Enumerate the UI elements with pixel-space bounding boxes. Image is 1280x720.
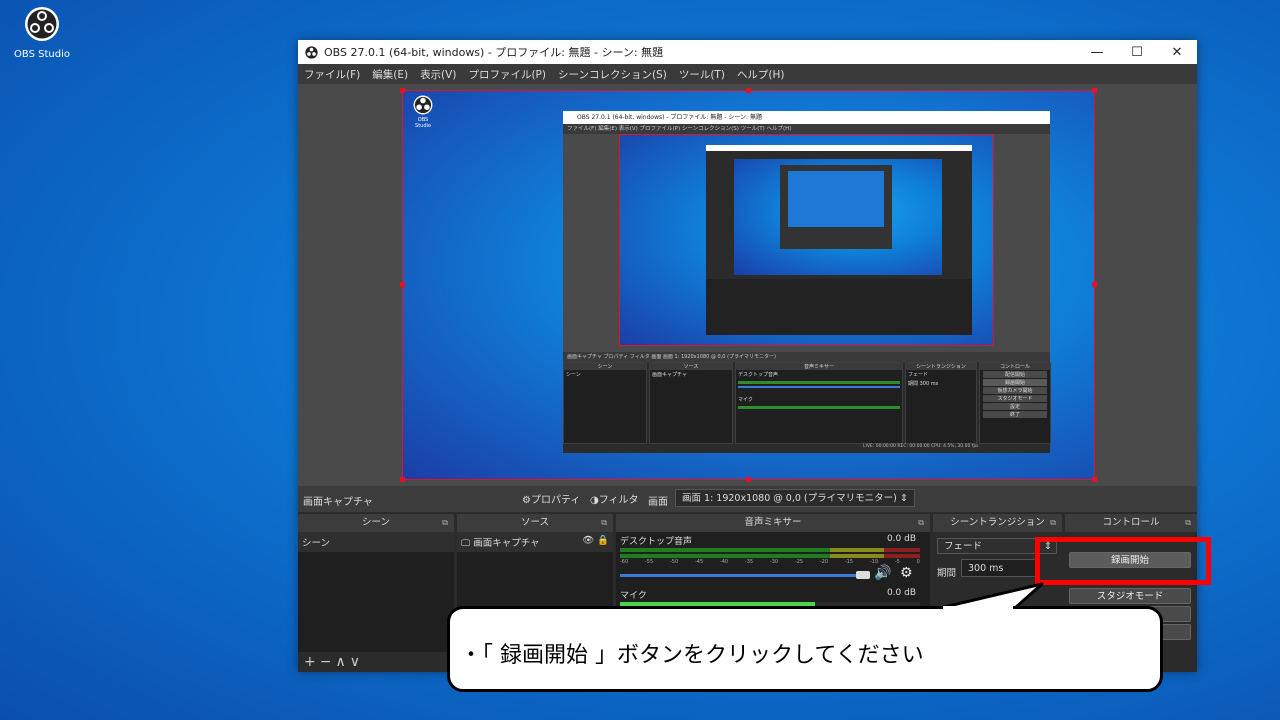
- nested-obs-window: OBS 27.0.1 (64-bit, windows) - プロファイル: 無…: [563, 111, 1051, 453]
- resize-handle[interactable]: [1092, 477, 1097, 482]
- scene-item[interactable]: シーン: [298, 532, 454, 552]
- down-icon[interactable]: ∨: [350, 654, 364, 670]
- instruction-text: ・「 録画開始 」ボタンをクリックしてください: [460, 643, 924, 668]
- nested-source-bar: 画面キャプチャ プロパティ フィルタ 画面 画面 1: 1920x1080 @ …: [563, 352, 1050, 362]
- nested-window-2: [706, 145, 972, 335]
- window-title: OBS 27.0.1 (64-bit, windows) - プロファイル: 無…: [324, 46, 664, 59]
- resize-handle[interactable]: [746, 477, 751, 482]
- volume-slider[interactable]: [620, 571, 870, 579]
- nested-menu: ファイル(F) 編集(E) 表示(V) プロファイル(P) シーンコレクション(…: [563, 124, 1050, 134]
- volume-meter: [620, 554, 920, 558]
- undock-icon[interactable]: ⧉: [1050, 514, 1056, 532]
- scene-footer: +−∧∨: [304, 654, 364, 670]
- menu-edit[interactable]: 編集(E): [366, 67, 414, 82]
- nested-mixer: 音声ミキサー デスクトップ音声 マイク: [735, 362, 903, 444]
- nested-capture-3: [788, 171, 884, 227]
- slider-knob[interactable]: [856, 571, 870, 579]
- obs-logo-icon: [413, 95, 433, 115]
- source-toolbar: 画面キャプチャ ⚙プロパティ ◑フィルタ 画面 画面 1: 1920x1080 …: [298, 486, 1197, 512]
- resize-handle[interactable]: [400, 477, 405, 482]
- eye-icon lock-icon[interactable]: 👁 🔒: [582, 535, 609, 546]
- menu-scene-collection[interactable]: シーンコレクション(S): [552, 67, 673, 82]
- undock-icon[interactable]: ⧉: [442, 514, 448, 532]
- undock-icon[interactable]: ⧉: [918, 514, 924, 532]
- menu-bar: ファイル(F) 編集(E) 表示(V) プロファイル(P) シーンコレクション(…: [298, 64, 1197, 84]
- transitions-title: シーントランジション: [950, 517, 1045, 528]
- mic-track: マイク 0.0 dB: [620, 588, 926, 601]
- duration-label: 期間: [937, 568, 957, 579]
- resize-handle[interactable]: [1092, 282, 1097, 287]
- scene-list: シーン: [298, 532, 454, 652]
- resize-handle[interactable]: [400, 282, 405, 287]
- up-icon[interactable]: ∧: [335, 654, 349, 670]
- desktop-icon-label: OBS Studio: [14, 49, 70, 60]
- undock-icon[interactable]: ⧉: [1185, 514, 1191, 532]
- display-label: 画面: [648, 497, 668, 508]
- title-bar: OBS 27.0.1 (64-bit, windows) - プロファイル: 無…: [298, 40, 1197, 64]
- track-name: マイク: [620, 591, 647, 601]
- desktop-obs-icon[interactable]: OBS Studio: [14, 6, 70, 60]
- record-button-highlight: [1035, 537, 1211, 585]
- nested-docks: 画面キャプチャ プロパティ フィルタ 画面 画面 1: 1920x1080 @ …: [563, 352, 1051, 453]
- nested-controls: コントロール 配信開始 録画開始 仮想カメラ開始 スタジオモード 設定 終了: [979, 362, 1051, 444]
- menu-view[interactable]: 表示(V): [414, 67, 462, 82]
- add-icon[interactable]: +: [304, 654, 320, 670]
- maximize-button[interactable]: ☐: [1117, 45, 1157, 60]
- resize-handle[interactable]: [400, 88, 405, 93]
- minimize-button[interactable]: —: [1077, 45, 1117, 60]
- filter-icon: ◑: [590, 495, 599, 506]
- mini-desktop-icon: OBS Studio: [411, 95, 435, 129]
- obs-title-icon: [305, 45, 318, 59]
- duration-input[interactable]: 300 ms: [961, 559, 1039, 577]
- nested-sources: ソース 画面キャプチャ: [649, 362, 733, 444]
- monitor-icon: 🖵: [461, 538, 471, 549]
- remove-icon[interactable]: −: [320, 654, 336, 670]
- undock-icon[interactable]: ⧉: [601, 514, 607, 532]
- selected-source-label: 画面キャプチャ: [303, 497, 373, 508]
- gear-icon: ⚙: [522, 495, 531, 506]
- nested-status: LIVE: 00:00:00 REC: 00:00:00 CPU: 4.5%, …: [863, 444, 979, 449]
- source-item[interactable]: 🖵 画面キャプチャ 👁 🔒: [457, 532, 613, 552]
- nested-transitions: シーントランジション フェード 期間 300 ms: [905, 362, 977, 444]
- updown-icon: ⇕: [900, 493, 908, 504]
- close-button[interactable]: ✕: [1157, 45, 1197, 60]
- gear-icon[interactable]: ⚙: [900, 565, 913, 581]
- sources-title: ソース: [520, 517, 550, 528]
- nested-preview: [563, 134, 1050, 352]
- controls-title: コントロール: [1102, 517, 1160, 528]
- nested-title: OBS 27.0.1 (64-bit, windows) - プロファイル: 無…: [563, 111, 1050, 124]
- display-select[interactable]: 画面 1: 1920x1080 @ 0,0 (プライマリモニター) ⇕: [675, 489, 915, 507]
- track-db: 0.0 dB: [886, 534, 916, 544]
- track-db: 0.0 dB: [886, 588, 916, 598]
- scenes-title: シーン: [361, 517, 391, 528]
- nested-capture-2: [734, 159, 942, 275]
- studio-mode-button[interactable]: スタジオモード: [1069, 588, 1191, 604]
- menu-file[interactable]: ファイル(F): [298, 67, 366, 82]
- nested-window-3: [780, 165, 892, 249]
- mixer-title: 音声ミキサー: [744, 517, 802, 528]
- speaker-icon[interactable]: 🔊: [874, 565, 891, 581]
- scenes-dock: シーン ⧉ シーン +−∧∨: [298, 514, 454, 672]
- properties-button[interactable]: ⚙プロパティ: [522, 491, 580, 506]
- preview-area[interactable]: OBS Studio OBS 27.0.1 (64-bit, windows) …: [298, 84, 1197, 486]
- nested-scenes: シーン シーン: [563, 362, 647, 444]
- obs-logo-icon: [25, 7, 59, 41]
- nested-capture: [619, 134, 994, 346]
- menu-help[interactable]: ヘルプ(H): [731, 67, 791, 82]
- resize-handle[interactable]: [1092, 88, 1097, 93]
- desktop-audio-track: デスクトップ音声 0.0 dB: [620, 534, 926, 547]
- track-name: デスクトップ音声: [620, 537, 693, 547]
- menu-tools[interactable]: ツール(T): [673, 67, 731, 82]
- menu-profile[interactable]: プロファイル(P): [462, 67, 552, 82]
- filters-button[interactable]: ◑フィルタ: [590, 491, 639, 506]
- volume-meter: [620, 548, 920, 552]
- mini-icon-label: OBS Studio: [415, 117, 431, 129]
- resize-handle[interactable]: [746, 88, 751, 93]
- screen-capture-source[interactable]: OBS Studio OBS 27.0.1 (64-bit, windows) …: [400, 88, 1097, 482]
